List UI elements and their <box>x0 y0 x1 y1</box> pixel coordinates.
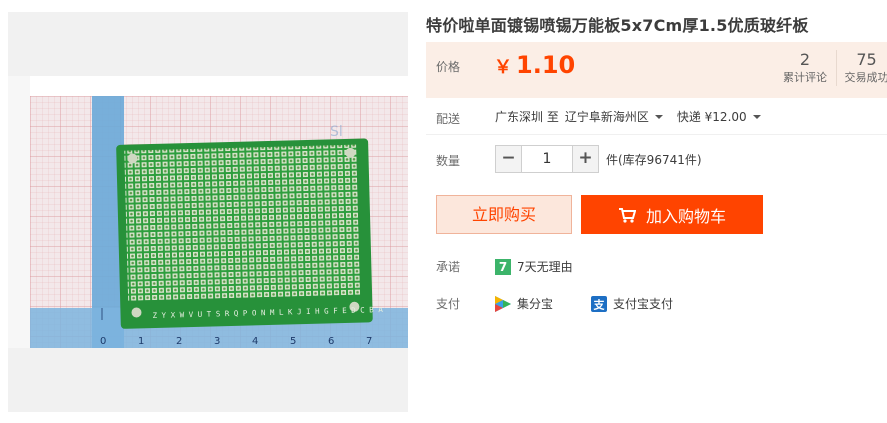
product-title: 特价啦单面镀锡喷锡万能板5x7Cm厚1.5优质玻纤板 <box>426 16 809 35</box>
shipping-from: 广东深圳 至 <box>495 110 559 124</box>
sales-label: 交易成功 <box>844 71 887 84</box>
add-to-cart-label: 加入购物车 <box>645 206 726 226</box>
svg-text:7: 7 <box>366 336 372 347</box>
quantity-stepper: − 1 + 件(库存96741件) <box>495 145 702 173</box>
sales-count: 75 <box>856 50 877 69</box>
reviews-count: 2 <box>799 50 811 69</box>
caret-down-icon[interactable] <box>752 114 761 119</box>
alipay-label: 支付宝支付 <box>613 297 674 311</box>
svg-text:5: 5 <box>290 336 296 347</box>
product-main-image[interactable]: 012 345 67 Z Y X W V U T S R Q P O N M L… <box>30 96 408 348</box>
quantity-label: 数量 <box>436 154 461 168</box>
shipping-destination[interactable]: 辽宁阜新海州区 <box>565 108 649 125</box>
price-value: ￥ 1.10 <box>494 51 575 79</box>
stock-text: 件(库存96741件) <box>606 152 702 167</box>
cart-icon <box>618 207 636 223</box>
promise-label: 承诺 <box>436 260 461 274</box>
svg-text:4: 4 <box>252 336 258 347</box>
svg-text:0: 0 <box>100 336 106 347</box>
svg-text:3: 3 <box>214 336 220 347</box>
shipping-label: 配送 <box>436 112 461 126</box>
caret-down-icon[interactable] <box>654 114 663 119</box>
gallery-blank-bottom <box>8 348 408 412</box>
shipping-method[interactable]: 快递 ¥12.00 <box>677 108 747 125</box>
gallery-blank-top <box>8 12 408 76</box>
reviews-label: 累计评论 <box>783 71 827 84</box>
price-panel: 价格 ￥ 1.10 2 累计评论 75 交易成功 <box>426 42 887 98</box>
svg-text:1: 1 <box>138 336 144 347</box>
divider <box>426 134 887 135</box>
payment-jifenbao[interactable]: 集分宝 <box>495 295 553 312</box>
currency-symbol: ￥ <box>494 57 512 78</box>
product-gallery: 012 345 67 Z Y X W V U T S R Q P O N M L… <box>8 12 408 412</box>
alipay-icon: 支 <box>591 295 607 312</box>
price-number: 1.10 <box>516 51 576 79</box>
add-to-cart-button[interactable]: 加入购物车 <box>581 195 763 234</box>
shipping-row: 广东深圳 至 辽宁阜新海州区 快递 ¥12.00 <box>495 108 767 125</box>
increase-button[interactable]: + <box>572 145 599 173</box>
price-label: 价格 <box>436 60 461 74</box>
gallery-blank-left <box>8 76 30 348</box>
seven-day-icon: 7 <box>495 258 511 275</box>
promise-item[interactable]: 7 7天无理由 <box>495 258 573 275</box>
payment-label: 支付 <box>436 297 461 311</box>
quantity-input[interactable]: 1 <box>522 145 572 173</box>
svg-text:6: 6 <box>328 336 334 347</box>
reviews-stat[interactable]: 2 累计评论 <box>778 50 832 86</box>
payment-alipay[interactable]: 支 支付宝支付 <box>591 295 673 312</box>
svg-text:2: 2 <box>176 336 182 347</box>
decrease-button[interactable]: − <box>495 145 522 173</box>
jifenbao-icon <box>495 295 511 312</box>
buy-now-button[interactable]: 立即购买 <box>436 195 572 234</box>
svg-text:支: 支 <box>593 297 606 311</box>
jifenbao-label: 集分宝 <box>517 297 554 311</box>
svg-text:Sl: Sl <box>330 124 343 140</box>
promise-text: 7天无理由 <box>517 260 573 274</box>
sales-stat: 75 交易成功 <box>836 50 887 86</box>
